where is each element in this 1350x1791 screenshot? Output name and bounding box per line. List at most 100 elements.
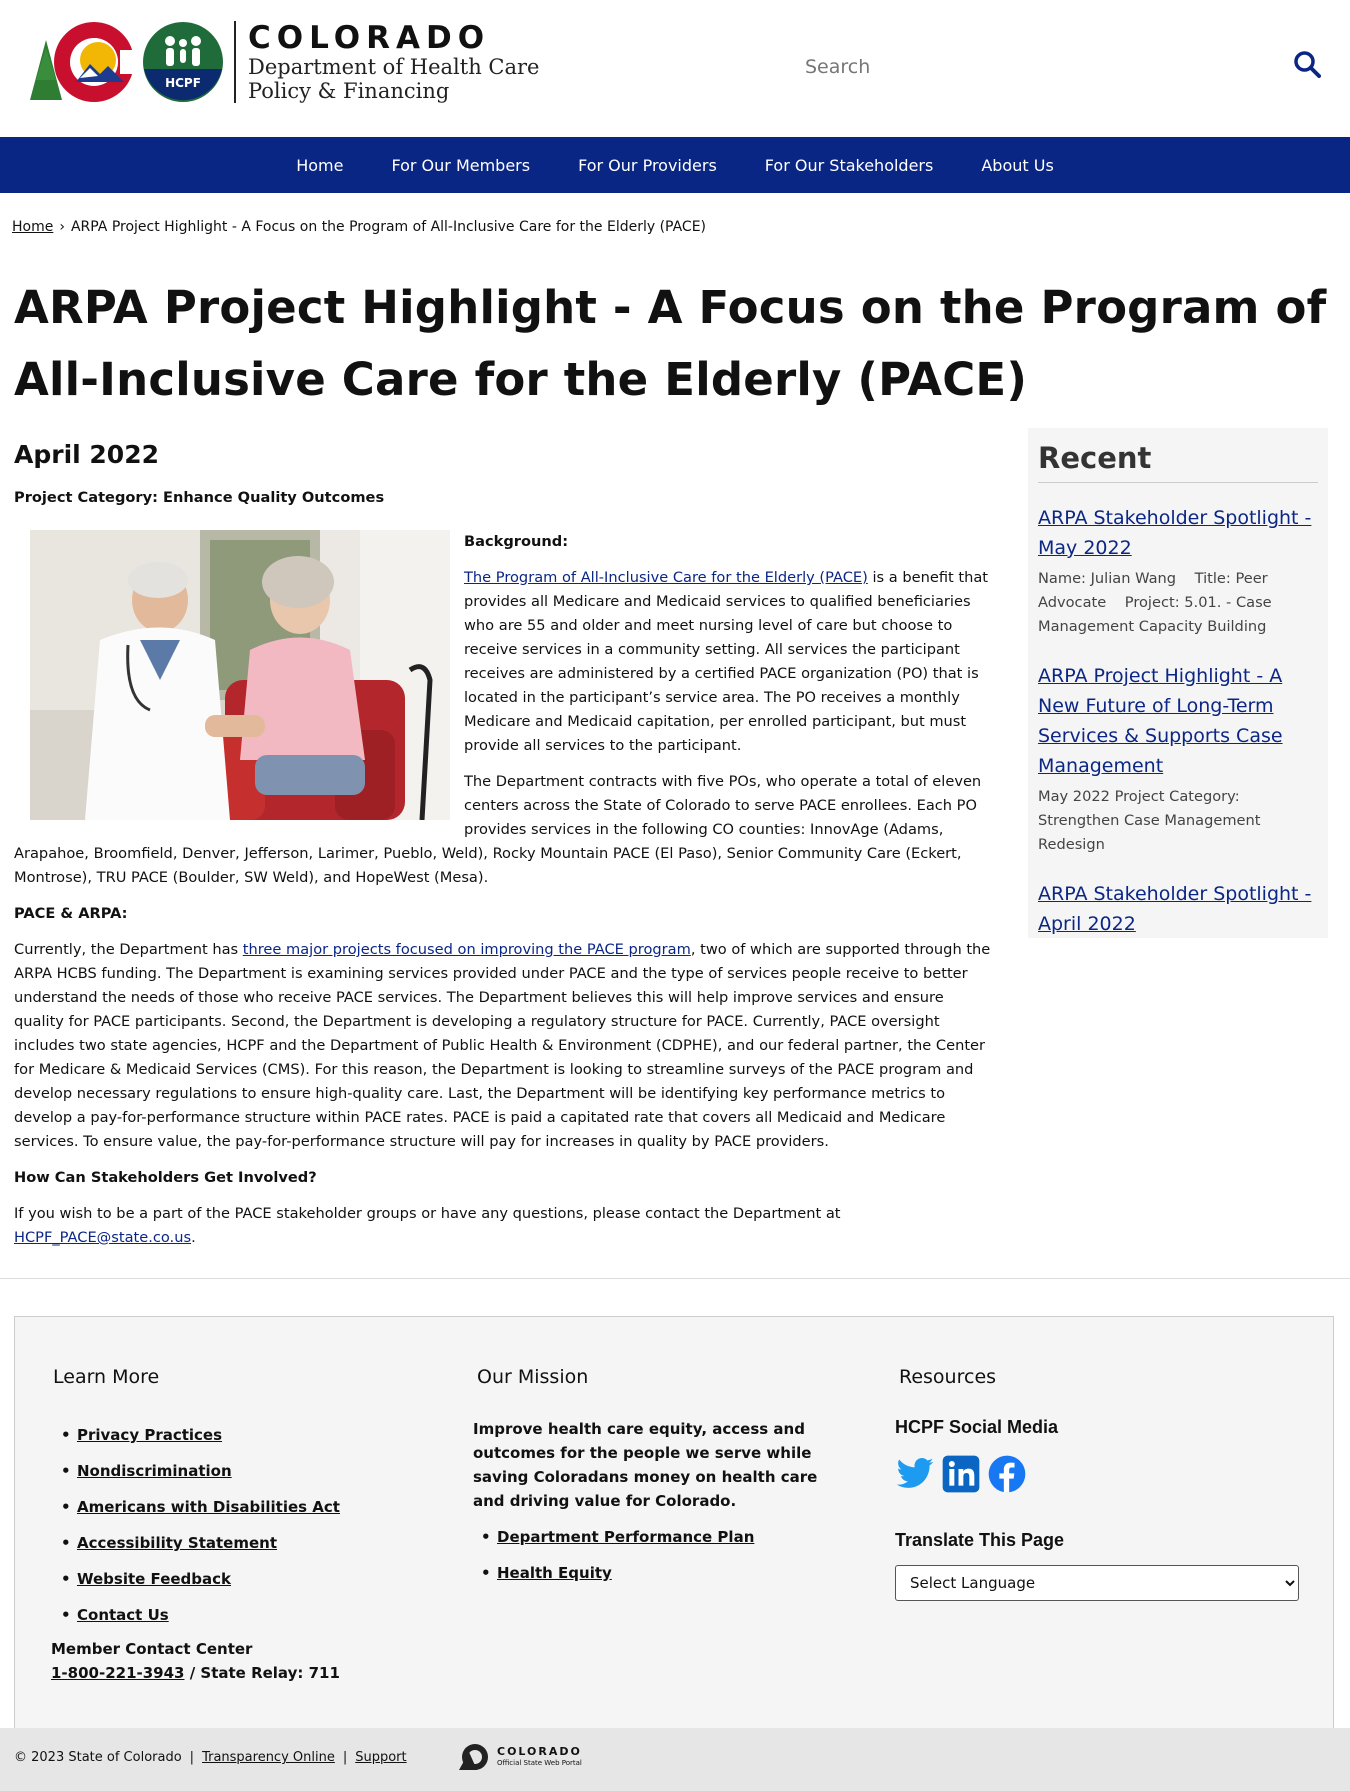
logo-state-name: COLORADO: [248, 20, 491, 56]
pipe-separator: |: [342, 1750, 348, 1765]
pace-arpa-paragraph: Currently, the Department has three majo…: [14, 938, 994, 1154]
recent-meta: Name: Julian Wang Title: Peer Advocate P…: [1038, 570, 1277, 635]
twitter-icon: [896, 1458, 934, 1488]
nav-for-our-members[interactable]: For Our Members: [391, 156, 530, 175]
copyright-text: © 2023 State of Colorado: [14, 1750, 182, 1765]
list-item: Accessibility Statement: [53, 1525, 340, 1561]
page-title: ARPA Project Highlight - A Focus on the …: [14, 281, 1327, 406]
recent-item: ARPA Project Highlight - A New Future of…: [1038, 661, 1318, 857]
facebook-icon: [988, 1455, 1026, 1493]
nav-for-our-stakeholders[interactable]: For Our Stakeholders: [765, 156, 934, 175]
footer-divider: [0, 1278, 1350, 1279]
footer-learn-more: Learn More Privacy Practices Nondiscrimi…: [53, 1363, 340, 1633]
logo-divider: [234, 21, 236, 103]
site-logo[interactable]: HCPF COLORADO Department of Health Care …: [28, 20, 539, 104]
search-input[interactable]: [805, 50, 1265, 84]
recent-sidebar: Recent ARPA Stakeholder Spotlight - May …: [1028, 428, 1328, 938]
bottom-bar: © 2023 State of Colorado | Transparency On…: [0, 1728, 1350, 1791]
portal-subtitle: Official State Web Portal: [497, 1759, 582, 1767]
pace-program-link[interactable]: The Program of All-Inclusive Care for th…: [464, 569, 868, 586]
list-item: Website Feedback: [53, 1561, 340, 1597]
nav-for-our-providers[interactable]: For Our Providers: [578, 156, 717, 175]
search-icon: [1294, 51, 1321, 78]
facebook-link[interactable]: [987, 1454, 1027, 1498]
logo-text: COLORADO Department of Health Care Polic…: [248, 21, 539, 103]
learn-more-list: Privacy Practices Nondiscrimination Amer…: [53, 1417, 340, 1633]
site-header: HCPF COLORADO Department of Health Care …: [0, 0, 1350, 137]
resources-heading: Resources: [899, 1366, 997, 1388]
breadcrumb-current: ARPA Project Highlight - A Focus on the …: [70, 219, 707, 235]
accessibility-statement-link[interactable]: Accessibility Statement: [77, 1534, 277, 1552]
logo-dept-line1: Department of Health Care: [248, 55, 540, 79]
hcpf-logo-icon: HCPF: [143, 22, 223, 102]
list-item: Health Equity: [473, 1555, 853, 1591]
background-paragraph-1-text: is a benefit that provides all Medicare …: [464, 569, 989, 754]
nav-about-us[interactable]: About Us: [981, 156, 1053, 175]
twitter-link[interactable]: [895, 1454, 935, 1498]
translate-heading: Translate This Page: [895, 1530, 1065, 1550]
linkedin-icon: [942, 1455, 980, 1493]
site-footer: Learn More Privacy Practices Nondiscrimi…: [14, 1316, 1334, 1728]
pace-arpa-heading: PACE & ARPA:: [14, 905, 128, 922]
breadcrumb: Home › ARPA Project Highlight - A Focus on…: [12, 219, 706, 235]
recent-link-stakeholder-april[interactable]: ARPA Stakeholder Spotlight - April 2022: [1038, 879, 1318, 939]
pace-arpa-text-rest: , two of which are supported through the…: [14, 941, 991, 1150]
performance-plan-link[interactable]: Department Performance Plan: [497, 1528, 754, 1546]
member-contact-phone-line: 1-800-221-3943 / State Relay: 711: [51, 1661, 340, 1685]
recent-link-stakeholder-may[interactable]: ARPA Stakeholder Spotlight - May 2022: [1038, 503, 1318, 563]
pipe-separator: |: [189, 1750, 195, 1765]
list-item: Americans with Disabilities Act: [53, 1489, 340, 1525]
svg-text:HCPF: HCPF: [165, 76, 201, 90]
contact-us-link[interactable]: Contact Us: [77, 1606, 169, 1624]
bottom-links: © 2023 State of Colorado | Transparency On…: [14, 1750, 407, 1765]
state-web-portal-logo[interactable]: COLORADO Official State Web Portal: [455, 1742, 582, 1772]
article-body: April 2022 Project Category: Enhance Qua…: [14, 440, 994, 1262]
list-item: Nondiscrimination: [53, 1453, 340, 1489]
contact-email-link[interactable]: HCPF_PACE@state.co.us: [14, 1229, 191, 1246]
health-equity-link[interactable]: Health Equity: [497, 1564, 612, 1582]
recent-item: ARPA Stakeholder Spotlight - May 2022 Na…: [1038, 503, 1318, 639]
state-relay-text: / State Relay: 711: [184, 1664, 340, 1682]
mission-text: Improve health care equity, access and o…: [473, 1420, 818, 1510]
nav-home[interactable]: Home: [296, 156, 343, 175]
footer-resources: Resources HCPF Social Media Translate Th…: [895, 1363, 1299, 1601]
nondiscrimination-link[interactable]: Nondiscrimination: [77, 1462, 232, 1480]
recent-heading: Recent: [1038, 440, 1318, 483]
doctor-patient-photo: [30, 530, 450, 820]
logo-dept-line2: Policy & Financing: [248, 79, 450, 103]
photo-illustration: [30, 530, 450, 820]
colorado-portal-icon: [459, 1744, 488, 1770]
portal-text: COLORADO Official State Web Portal: [497, 1746, 582, 1768]
member-contact-label: Member Contact Center: [51, 1640, 253, 1658]
website-feedback-link[interactable]: Website Feedback: [77, 1570, 231, 1588]
colorado-logo-icon: [30, 22, 138, 102]
footer-mission: Our Mission Improve health care equity, …: [473, 1363, 853, 1591]
breadcrumb-home-link[interactable]: Home: [12, 219, 53, 235]
recent-item: ARPA Stakeholder Spotlight - April 2022: [1038, 879, 1318, 939]
article-date: April 2022: [14, 440, 159, 469]
language-select[interactable]: Select Language: [895, 1565, 1299, 1601]
contact-text-end: .: [191, 1229, 196, 1246]
ada-link[interactable]: Americans with Disabilities Act: [77, 1498, 340, 1516]
three-projects-link[interactable]: three major projects focused on improvin…: [243, 941, 691, 958]
involved-heading: How Can Stakeholders Get Involved?: [14, 1169, 317, 1186]
recent-link-ltss-case-management[interactable]: ARPA Project Highlight - A New Future of…: [1038, 661, 1318, 781]
member-contact-center: Member Contact Center 1-800-221-3943 / S…: [51, 1637, 340, 1685]
mission-links: Department Performance Plan Health Equit…: [473, 1519, 853, 1591]
contact-paragraph: If you wish to be a part of the PACE sta…: [14, 1202, 844, 1250]
linkedin-link[interactable]: [941, 1454, 981, 1498]
support-link[interactable]: Support: [355, 1750, 406, 1765]
learn-more-heading: Learn More: [53, 1366, 160, 1388]
pace-arpa-text-start: Currently, the Department has: [14, 941, 243, 958]
project-category: Project Category: Enhance Quality Outcom…: [14, 489, 385, 506]
member-phone-link[interactable]: 1-800-221-3943: [51, 1664, 184, 1682]
search-button[interactable]: [1292, 50, 1322, 80]
transparency-online-link[interactable]: Transparency Online: [202, 1750, 335, 1765]
list-item: Department Performance Plan: [473, 1519, 853, 1555]
contact-text: If you wish to be a part of the PACE sta…: [14, 1205, 841, 1222]
main-nav: Home For Our Members For Our Providers F…: [0, 137, 1350, 193]
social-icons: [895, 1454, 1299, 1498]
recent-meta: May 2022 Project Category: Strengthen Ca…: [1038, 788, 1261, 853]
list-item: Contact Us: [53, 1597, 340, 1633]
privacy-practices-link[interactable]: Privacy Practices: [77, 1426, 222, 1444]
